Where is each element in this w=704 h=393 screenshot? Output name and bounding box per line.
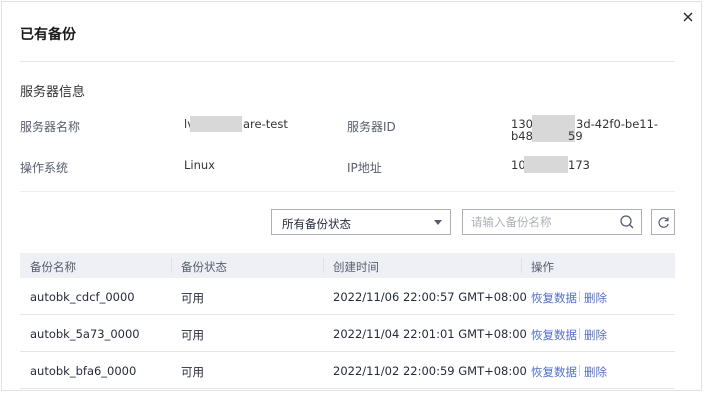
server-id-line2-start: b48 [511, 129, 533, 143]
restore-data-link[interactable]: 恢复数据 [531, 327, 577, 343]
caret-down-icon [434, 220, 442, 225]
created-time-cell: 2022/11/02 22:00:59 GMT+08:00 [333, 364, 527, 378]
column-divider [323, 258, 324, 273]
action-separator [579, 328, 580, 339]
table-header: 备份名称 备份状态 创建时间 操作 [20, 253, 675, 278]
os-label: 操作系统 [20, 161, 69, 175]
server-name-value-end: are-test [243, 117, 288, 131]
server-id-label: 服务器ID [347, 120, 396, 134]
divider [20, 61, 675, 62]
column-header-created-time: 创建时间 [333, 260, 379, 274]
backup-status-cell: 可用 [181, 365, 204, 379]
backup-status-select[interactable]: 所有备份状态 [271, 209, 451, 235]
table-row: autobk_5a73_0000 可用 2022/11/04 22:01:01 … [20, 315, 675, 352]
column-header-actions: 操作 [531, 260, 554, 274]
backup-name-cell: autobk_cdcf_0000 [30, 290, 135, 304]
restore-data-link[interactable]: 恢复数据 [531, 290, 577, 306]
divider [20, 191, 675, 192]
backup-name-cell: autobk_5a73_0000 [30, 327, 140, 341]
server-id-line1-end: 3d-42f0-be11- [576, 117, 659, 131]
refresh-button[interactable] [651, 209, 675, 235]
column-divider [521, 258, 522, 273]
column-header-backup-status: 备份状态 [181, 260, 227, 274]
action-separator [579, 291, 580, 302]
delete-link[interactable]: 删除 [584, 290, 607, 306]
backup-status-select-value: 所有备份状态 [282, 217, 351, 231]
backup-search[interactable] [462, 209, 642, 235]
server-name-label: 服务器名称 [20, 120, 81, 134]
delete-link[interactable]: 删除 [584, 364, 607, 380]
server-id-line2-end: 59 [568, 129, 583, 143]
backup-dialog: 已有备份 服务器信息 服务器名称 lv are-test 服务器ID 130 3… [1, 1, 702, 391]
backup-status-cell: 可用 [181, 328, 204, 342]
os-value: Linux [184, 158, 215, 172]
column-divider [171, 258, 172, 273]
created-time-cell: 2022/11/04 22:01:01 GMT+08:00 [333, 327, 527, 341]
redaction-mask [524, 156, 568, 173]
ip-label: IP地址 [347, 161, 382, 175]
backup-name-search-input[interactable] [471, 214, 611, 230]
backup-status-cell: 可用 [181, 291, 204, 305]
ip-value-end: 173 [568, 158, 590, 172]
redaction-mask [190, 116, 242, 132]
created-time-cell: 2022/11/06 22:00:57 GMT+08:00 [333, 290, 527, 304]
search-icon[interactable] [619, 214, 635, 230]
table-row: autobk_cdcf_0000 可用 2022/11/06 22:00:57 … [20, 278, 675, 315]
backup-name-cell: autobk_bfa6_0000 [30, 364, 137, 378]
close-icon[interactable] [680, 9, 696, 25]
restore-data-link[interactable]: 恢复数据 [531, 364, 577, 380]
action-separator [579, 365, 580, 376]
table-row: autobk_bfa6_0000 可用 2022/11/02 22:00:59 … [20, 352, 675, 389]
delete-link[interactable]: 删除 [584, 327, 607, 343]
dialog-title: 已有备份 [20, 27, 76, 43]
column-header-backup-name: 备份名称 [30, 260, 76, 274]
refresh-icon [658, 217, 669, 228]
server-info-title: 服务器信息 [20, 85, 86, 100]
